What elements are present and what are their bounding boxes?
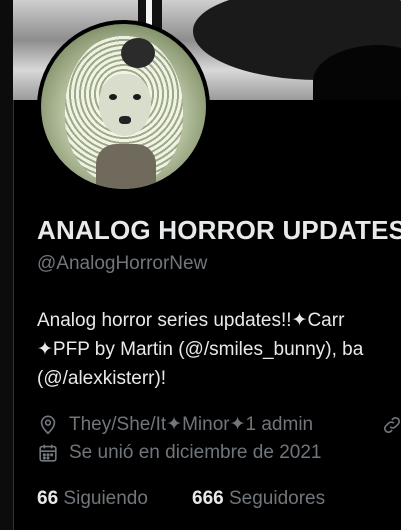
bio-line: Analog horror series updates!!✦Carr: [37, 310, 345, 331]
calendar-icon: [39, 444, 57, 462]
followers-count: 666: [192, 488, 224, 509]
followers-label: Seguidores: [228, 488, 326, 509]
location-text: They/She/It✦Minor✦1 admin: [69, 414, 314, 435]
following-count: 66: [37, 488, 59, 509]
profile-join-date: Se unió en diciembre de 2021: [37, 442, 321, 464]
profile-display-name: ANALOG HORROR UPDATES: [37, 215, 401, 245]
profile-handle: @AnalogHorrorNew: [37, 253, 208, 274]
avatar-image: [41, 24, 206, 189]
avatar-eye: [133, 94, 141, 100]
profile-bio: Analog horror series updates!!✦Carr ✦PFP…: [37, 306, 363, 393]
bio-line: ✦PFP by Martin (@/smiles_bunny), ba: [37, 339, 364, 360]
following-label: Siguiendo: [63, 488, 148, 509]
avatar-eye: [109, 94, 117, 100]
profile-avatar[interactable]: [37, 20, 210, 193]
bio-line: (@/alexkisterr)!: [37, 368, 167, 389]
join-date-text: Se unió en diciembre de 2021: [69, 442, 322, 463]
avatar-flower: [121, 38, 155, 68]
followers-link[interactable]: 666 Seguidores: [192, 488, 325, 510]
avatar-nose: [119, 116, 131, 124]
left-column-border: [0, 0, 14, 530]
avatar-body: [96, 144, 156, 189]
link-icon[interactable]: [381, 414, 401, 436]
avatar-face: [99, 74, 151, 136]
following-link[interactable]: 66 Siguiendo: [37, 488, 148, 510]
profile-location: They/She/It✦Minor✦1 admin: [37, 413, 313, 436]
location-pin-icon: [40, 414, 56, 434]
